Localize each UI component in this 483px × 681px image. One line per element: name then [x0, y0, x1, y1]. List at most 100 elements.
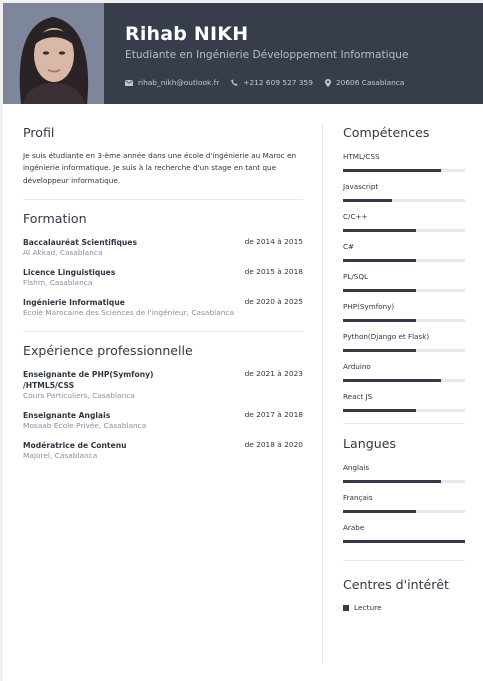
skill-item-level-fill	[343, 229, 417, 232]
skills-list: HTML/CSS Javascript C/C++ C# PL/SQL PHP(Symfo…	[343, 152, 465, 412]
contact-email-text: rihab_nikh@outlook.fr	[138, 78, 220, 87]
skill-item-level-fill	[343, 409, 417, 412]
interests-list: Lecture	[343, 603, 465, 612]
skill-item-level-bar	[343, 409, 465, 412]
left-column: Profil Je suis étudiante en 3-ème année …	[23, 125, 303, 461]
skill-item-level-fill	[343, 169, 441, 172]
contact-bar: rihab_nikh@outlook.fr +212 609 527 359 2…	[125, 78, 416, 87]
formation-item: Baccalauréat Scientifiques Al Akkad, Cas…	[23, 237, 303, 258]
phone-icon	[231, 79, 238, 86]
skill-item: PL/SQL	[343, 272, 465, 292]
skill-item: PHP(Symfony)	[343, 302, 465, 322]
section-title-profile: Profil	[23, 125, 55, 140]
language-item-name: Arabe	[343, 523, 365, 532]
skill-item-name: Javascript	[343, 182, 379, 191]
language-item: Anglais	[343, 463, 465, 483]
experience-item: Enseignante de PHP(Symfony) /HTML5/CSS C…	[23, 369, 303, 401]
square-bullet-icon	[343, 604, 349, 611]
formation-date: de 2015 à 2018	[244, 266, 303, 276]
divider	[343, 423, 465, 424]
skill-item-level-fill	[343, 199, 392, 202]
profile-photo	[3, 3, 104, 104]
experience-item: Enseignante Anglais Mosaab Ecole Privée,…	[23, 410, 303, 431]
cv-name: Rihab NIKH	[125, 23, 249, 45]
formation-date: de 2014 à 2015	[244, 236, 303, 246]
cv-subtitle: Etudiante en Ingénierie Développement In…	[125, 49, 409, 61]
skill-item-level-bar	[343, 259, 465, 262]
experience-date: de 2018 à 2020	[244, 439, 303, 449]
experience-date: de 2017 à 2018	[244, 409, 303, 419]
language-item: Français	[343, 493, 465, 513]
contact-phone-text: +212 609 527 359	[243, 78, 313, 87]
formation-place: Al Akkad, Casablanca	[23, 247, 103, 257]
formation-item: Licence Linguistiques Flshm, Casablanca …	[23, 267, 303, 288]
envelope-icon	[125, 79, 133, 86]
skill-item: C/C++	[343, 212, 465, 232]
experience-place: Majorel, Casablanca	[23, 450, 98, 460]
skill-item-level-bar	[343, 229, 465, 232]
skill-item-name: Python(Django et Flask)	[343, 332, 430, 341]
skill-item-level-bar	[343, 169, 465, 172]
section-title-languages: Langues	[343, 436, 397, 451]
skill-item-name: HTML/CSS	[343, 152, 380, 161]
cv-header: Rihab NIKH Etudiante en Ingénierie Dével…	[3, 3, 483, 104]
experience-title-line2: /HTML5/CSS	[23, 380, 75, 390]
skill-item-name: PL/SQL	[343, 272, 368, 281]
skill-item-level-bar	[343, 379, 465, 382]
languages-list: Anglais Français Arabe	[343, 463, 465, 543]
skill-item-level-fill	[343, 349, 417, 352]
formation-item: Ingénierie Informatique Ecole Marocaine …	[23, 297, 303, 318]
right-column: Compétences HTML/CSS Javascript C/C++ C# PL/…	[343, 125, 465, 612]
skill-item-level-bar	[343, 319, 465, 322]
skill-item-level-bar	[343, 349, 465, 352]
formation-section: Formation Baccalauréat Scientifiques Al …	[23, 211, 303, 318]
skill-item: Python(Django et Flask)	[343, 332, 465, 352]
contact-phone[interactable]: +212 609 527 359	[231, 78, 313, 87]
column-divider	[322, 124, 323, 664]
skill-item-level-fill	[343, 379, 441, 382]
section-title-experience: Expérience professionnelle	[23, 342, 193, 358]
language-item-level-fill	[343, 540, 465, 543]
experience-item: Modératrice de Contenu Majorel, Casablan…	[23, 440, 303, 461]
language-item-level-bar	[343, 480, 465, 483]
skill-item-level-fill	[343, 319, 417, 322]
language-item-name: Anglais	[343, 463, 370, 472]
language-item-level-fill	[343, 510, 417, 513]
cv-page: Rihab NIKH Etudiante en Ingénierie Dével…	[3, 3, 483, 681]
skill-item-level-fill	[343, 289, 417, 292]
divider	[23, 198, 303, 200]
contact-location: 20606 Casablanca	[324, 78, 405, 87]
experience-place: Cours Particuliers, Casablanca	[23, 390, 135, 400]
skill-item-name: React JS	[343, 392, 373, 401]
language-item-level-fill	[343, 480, 441, 483]
section-title-skills: Compétences	[343, 125, 430, 140]
language-item-name: Français	[343, 493, 373, 502]
experience-section: Expérience professionnelle Enseignante d…	[23, 343, 303, 461]
divider	[343, 560, 465, 561]
section-title-formation: Formation	[23, 210, 87, 226]
profile-section: Profil Je suis étudiante en 3-ème année …	[23, 125, 303, 187]
skill-item-name: Arduino	[343, 362, 371, 371]
section-title-interests: Centres d'intérêt	[343, 577, 449, 592]
experience-place: Mosaab Ecole Privée, Casablanca	[23, 420, 147, 430]
skill-item-level-fill	[343, 259, 417, 262]
interest-item: Lecture	[343, 603, 465, 612]
skill-item-level-bar	[343, 199, 465, 202]
divider	[23, 330, 303, 332]
formation-place: Flshm, Casablanca	[23, 277, 93, 287]
contact-email[interactable]: rihab_nikh@outlook.fr	[125, 78, 219, 87]
interest-label: Lecture	[354, 603, 382, 612]
formation-place: Ecole Marocaine des Sciences de l'ingéni…	[23, 307, 234, 317]
skill-item-level-bar	[343, 289, 465, 292]
location-pin-icon	[324, 78, 331, 87]
language-item: Arabe	[343, 523, 465, 543]
language-item-level-bar	[343, 510, 465, 513]
formation-date: de 2020 à 2025	[244, 296, 303, 306]
skill-item-name: PHP(Symfony)	[343, 302, 395, 311]
profile-text: Je suis étudiante en 3-ème année dans un…	[23, 151, 297, 185]
skill-item: Javascript	[343, 182, 465, 202]
language-item-level-bar	[343, 540, 465, 543]
skill-item: C#	[343, 242, 465, 262]
skill-item: React JS	[343, 392, 465, 412]
contact-location-text: 20606 Casablanca	[335, 78, 405, 87]
